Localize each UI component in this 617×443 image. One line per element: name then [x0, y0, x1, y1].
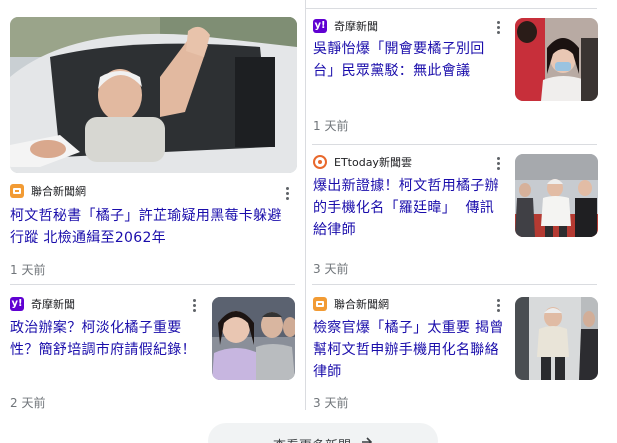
ettoday-logo-icon	[313, 155, 327, 169]
source-name: ETtoday新聞雲	[334, 156, 412, 169]
yahoo-logo-icon: y!	[313, 19, 327, 33]
more-news-label: 查看更多新聞	[273, 429, 351, 443]
news-headline[interactable]: 檢察官爆「橘子」太重要 揭曾 幫柯文哲申辦手機用化名聯絡 律師	[313, 317, 513, 383]
more-options-button[interactable]	[490, 154, 506, 172]
news-time: 3 天前	[313, 262, 349, 276]
news-card[interactable]: ETtoday新聞雲 爆出新證據！柯文哲用橘子辦 的手機化名「羅廷暐」 傳訊 給…	[313, 150, 598, 276]
headline-line: 柯文哲秘書「橘子」許芷瑜疑用黑莓卡躲避	[10, 208, 282, 224]
yahoo-logo-icon: y!	[10, 297, 24, 311]
divider	[10, 284, 295, 285]
headline-line: 性？簡舒培調市府請假紀錄！	[10, 342, 196, 358]
arrow-right-icon	[361, 430, 373, 443]
more-options-button[interactable]	[279, 184, 295, 202]
source-name: 聯合新聞網	[334, 298, 389, 311]
column-divider	[305, 0, 306, 410]
news-card[interactable]: 聯合新聞網 檢察官爆「橘子」太重要 揭曾 幫柯文哲申辦手機用化名聯絡 律師 3 …	[313, 292, 598, 412]
news-thumbnail	[10, 17, 297, 173]
news-time: 2 天前	[10, 396, 46, 410]
news-card[interactable]: 聯合新聞網 柯文哲秘書「橘子」許芷瑜疑用黑莓卡躲避 行蹤 北檢通緝至2062年 …	[10, 17, 297, 279]
news-source: 聯合新聞網	[313, 296, 389, 312]
news-headline[interactable]: 政治辦案？柯淡化橘子重要 性？簡舒培調市府請假紀錄！	[10, 317, 210, 361]
headline-line: 爆出新證據！柯文哲用橘子辦	[313, 178, 499, 194]
news-headline[interactable]: 爆出新證據！柯文哲用橘子辦 的手機化名「羅廷暐」 傳訊 給律師	[313, 175, 513, 241]
divider	[312, 144, 597, 145]
news-source: y! 奇摩新聞	[313, 18, 378, 34]
news-time: 1 天前	[313, 119, 349, 133]
news-thumbnail	[515, 297, 598, 380]
news-headline[interactable]: 吳靜怡爆「開會要橘子別回 台」民眾黨駁：無此會議	[313, 38, 508, 82]
news-time: 3 天前	[313, 396, 349, 410]
headline-line: 政治辦案？柯淡化橘子重要	[10, 320, 182, 336]
news-thumbnail	[515, 154, 598, 237]
more-options-button[interactable]	[490, 18, 506, 36]
divider	[312, 284, 597, 285]
source-name: 奇摩新聞	[334, 20, 378, 33]
more-options-button[interactable]	[186, 296, 202, 314]
news-card[interactable]: y! 奇摩新聞 政治辦案？柯淡化橘子重要 性？簡舒培調市府請假紀錄！ 2 天前	[10, 292, 297, 412]
divider	[305, 8, 597, 9]
headline-line: 行蹤 北檢通緝至2062年	[10, 230, 166, 246]
news-time: 1 天前	[10, 263, 46, 277]
udn-logo-icon	[10, 184, 24, 198]
headline-line: 幫柯文哲申辦手機用化名聯絡	[313, 342, 499, 358]
news-source: y! 奇摩新聞	[10, 296, 75, 312]
more-options-button[interactable]	[490, 296, 506, 314]
headline-line: 台」民眾黨駁：無此會議	[313, 63, 471, 79]
news-headline[interactable]: 柯文哲秘書「橘子」許芷瑜疑用黑莓卡躲避 行蹤 北檢通緝至2062年	[10, 205, 297, 249]
news-source: ETtoday新聞雲	[313, 154, 412, 170]
news-thumbnail	[212, 297, 295, 380]
headline-line: 給律師	[313, 222, 356, 238]
headline-line: 吳靜怡爆「開會要橘子別回	[313, 41, 485, 57]
news-source: 聯合新聞網	[10, 183, 86, 199]
news-thumbnail	[515, 18, 598, 101]
source-name: 奇摩新聞	[31, 298, 75, 311]
headline-line: 律師	[313, 364, 342, 380]
source-name: 聯合新聞網	[31, 185, 86, 198]
headline-line: 的手機化名「羅廷暐」 傳訊	[313, 200, 495, 216]
headline-line: 檢察官爆「橘子」太重要 揭曾	[313, 320, 504, 336]
news-card[interactable]: y! 奇摩新聞 吳靜怡爆「開會要橘子別回 台」民眾黨駁：無此會議 1 天前	[313, 14, 598, 134]
more-news-button[interactable]: 查看更多新聞	[208, 423, 438, 443]
udn-logo-icon	[313, 297, 327, 311]
